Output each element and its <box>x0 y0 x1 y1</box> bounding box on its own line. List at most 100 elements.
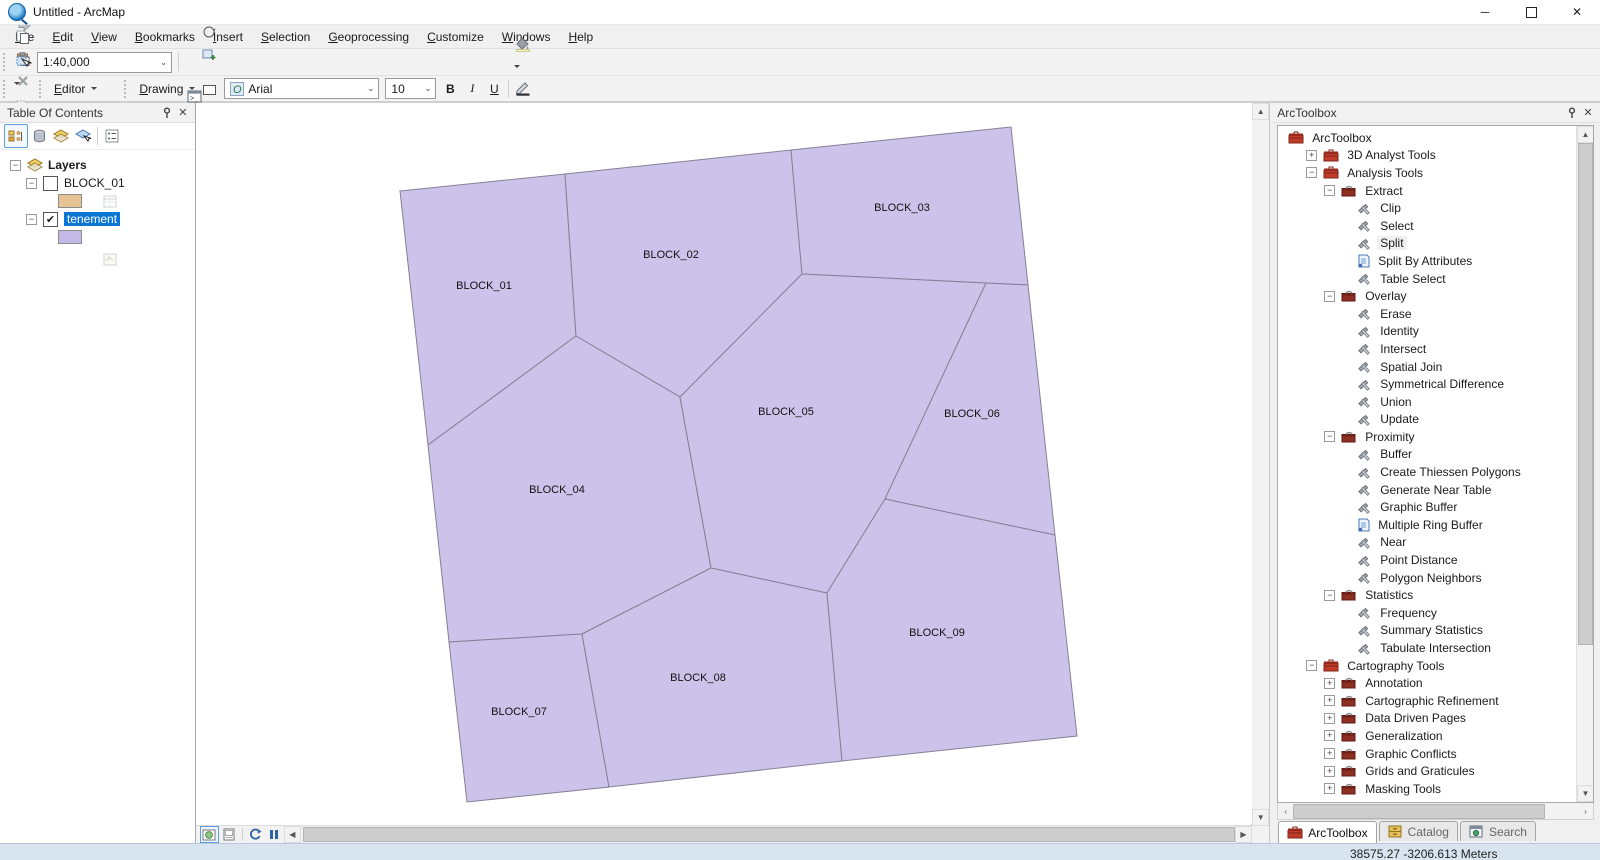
expand-icon[interactable]: + <box>1324 677 1336 689</box>
toolbar-grip[interactable] <box>124 79 131 98</box>
atb-item-cartographic-refinement[interactable]: + Cartographic Refinement <box>1278 692 1576 710</box>
font-family-combo[interactable]: O Arial ⌄ <box>224 78 380 99</box>
layer-symbol-swatch[interactable] <box>58 230 82 244</box>
scroll-down-icon[interactable]: ▼ <box>1577 785 1594 802</box>
atb-item-annotation[interactable]: + Annotation <box>1278 674 1576 692</box>
menu-help[interactable]: Help <box>559 27 602 47</box>
atb-item-graphic-buffer[interactable]: Graphic Buffer <box>1278 498 1576 516</box>
atb-item-spatial-join[interactable]: Spatial Join <box>1278 358 1576 376</box>
collapse-icon[interactable]: − <box>1324 431 1336 443</box>
atb-item-select[interactable]: Select <box>1278 217 1576 235</box>
collapse-icon[interactable]: − <box>1306 660 1318 672</box>
layer-visibility-checkbox[interactable] <box>43 175 58 191</box>
chevron-down-icon[interactable] <box>187 78 197 100</box>
scroll-left-icon[interactable]: ◀ <box>283 826 301 843</box>
toolbar-grip[interactable] <box>3 79 10 98</box>
atb-item-frequency[interactable]: Frequency <box>1278 604 1576 622</box>
expand-icon[interactable]: + <box>1324 730 1336 742</box>
atb-item-point-distance[interactable]: Point Distance <box>1278 551 1576 569</box>
select-features-button[interactable] <box>12 51 36 73</box>
atb-item-tabulate-intersection[interactable]: Tabulate Intersection <box>1278 639 1576 657</box>
atb-item-clip[interactable]: Clip <box>1278 199 1576 217</box>
toc-layer-tenement[interactable]: − ✔ tenement <box>0 210 195 228</box>
atb-item-erase[interactable]: Erase <box>1278 305 1576 323</box>
list-by-source-button[interactable] <box>28 125 50 147</box>
collapse-icon[interactable]: − <box>1324 185 1336 197</box>
italic-button[interactable]: I <box>461 78 483 100</box>
expand-icon[interactable]: + <box>1324 695 1336 707</box>
atb-item-create-thiessen-polygons[interactable]: Create Thiessen Polygons <box>1278 463 1576 481</box>
atb-item-update[interactable]: Update <box>1278 411 1576 429</box>
expand-icon[interactable]: + <box>1324 712 1336 724</box>
menu-edit[interactable]: Edit <box>43 27 82 47</box>
data-view-button[interactable] <box>199 826 219 843</box>
list-by-visibility-button[interactable] <box>50 125 72 147</box>
fill-color-button[interactable] <box>512 34 534 56</box>
list-by-selection-button[interactable] <box>72 125 94 147</box>
atb-item-multiple-ring-buffer[interactable]: Multiple Ring Buffer <box>1278 516 1576 534</box>
map-horizontal-scrollbar[interactable]: ◀ ▶ <box>195 825 1252 843</box>
atb-item-identity[interactable]: Identity <box>1278 323 1576 341</box>
atb-item-arctoolbox[interactable]: ArcToolbox <box>1278 129 1576 147</box>
pause-button[interactable] <box>266 827 283 842</box>
map-vertical-scrollbar[interactable]: ▲ ▼ <box>1252 103 1271 843</box>
reshape-button[interactable] <box>99 67 121 89</box>
layer-symbol-swatch[interactable] <box>58 194 82 208</box>
atb-item-summary-statistics[interactable]: Summary Statistics <box>1278 622 1576 640</box>
chevron-down-icon[interactable]: ⌄ <box>156 53 171 72</box>
bold-button[interactable]: B <box>439 78 461 100</box>
atb-item-masking-tools[interactable]: + Masking Tools <box>1278 780 1576 798</box>
chevron-down-icon[interactable] <box>12 73 22 95</box>
chevron-down-icon[interactable] <box>512 56 522 78</box>
expand-icon[interactable]: + <box>1306 149 1318 161</box>
atb-item-intersect[interactable]: Intersect <box>1278 340 1576 358</box>
atb-item-overlay[interactable]: − Overlay <box>1278 287 1576 305</box>
layout-view-button[interactable] <box>221 827 238 842</box>
scrollbar-thumb[interactable] <box>302 827 1235 842</box>
scroll-left-icon[interactable]: ‹ <box>1278 804 1293 819</box>
close-button[interactable]: ✕ <box>1554 0 1600 24</box>
toc-symbol-row[interactable] <box>0 192 195 210</box>
minimize-button[interactable]: ─ <box>1462 0 1508 24</box>
font-size-combo[interactable]: 10 ⌄ <box>385 78 437 99</box>
map-polygon-block_07[interactable] <box>448 633 610 803</box>
polygon-button[interactable] <box>99 0 121 9</box>
collapse-icon[interactable]: − <box>1306 167 1318 179</box>
toc-layer-block_01[interactable]: − BLOCK_01 <box>0 174 195 192</box>
dock-tab-search[interactable]: Search <box>1459 821 1536 841</box>
expand-icon[interactable]: + <box>1324 748 1336 760</box>
dock-tab-arctoolbox[interactable]: ArcToolbox <box>1278 821 1377 843</box>
collapse-icon[interactable]: − <box>10 159 21 171</box>
toc-root-layers[interactable]: − Layers <box>0 156 195 174</box>
drawing-menu-button[interactable]: Drawing <box>133 80 187 98</box>
arctoolbox-horizontal-scrollbar[interactable]: ‹ › <box>1277 803 1594 820</box>
toolbar-grip[interactable] <box>3 53 10 71</box>
atb-item-generalization[interactable]: + Generalization <box>1278 727 1576 745</box>
atb-item-generate-near-table[interactable]: Generate Near Table <box>1278 481 1576 499</box>
atb-item-buffer[interactable]: Buffer <box>1278 446 1576 464</box>
toc-symbol-row[interactable] <box>0 228 195 246</box>
refresh-button[interactable] <box>247 827 264 842</box>
layer-name-label[interactable]: tenement <box>64 212 121 226</box>
atb-item-split-by-attributes[interactable]: Split By Attributes <box>1278 252 1576 270</box>
editor-menu-button[interactable]: Editor <box>48 80 89 98</box>
atb-item-3d-analyst-tools[interactable]: +3D Analyst Tools <box>1278 147 1576 165</box>
layer-name-label[interactable]: BLOCK_01 <box>64 176 125 190</box>
expand-icon[interactable]: + <box>1324 765 1336 777</box>
pin-icon[interactable] <box>159 105 175 121</box>
atb-item-table-select[interactable]: Table Select <box>1278 270 1576 288</box>
rect-shape-button[interactable] <box>197 79 221 101</box>
list-by-drawing-order-button[interactable] <box>4 124 28 148</box>
arctoolbox-vertical-scrollbar[interactable]: ▲ ▼ <box>1576 126 1594 802</box>
atb-item-analysis-tools[interactable]: − Analysis Tools <box>1278 164 1576 182</box>
atb-item-near[interactable]: Near <box>1278 534 1576 552</box>
menu-selection[interactable]: Selection <box>252 27 319 47</box>
scroll-up-icon[interactable]: ▲ <box>1252 103 1270 120</box>
atb-item-statistics[interactable]: − Statistics <box>1278 586 1576 604</box>
scroll-up-icon[interactable]: ▲ <box>1577 126 1594 143</box>
map-view[interactable]: BLOCK_01 BLOCK_02 BLOCK_03 BLOCK_04 BLOCK_05… <box>195 103 1253 843</box>
close-icon[interactable]: ✕ <box>175 105 191 121</box>
chevron-down-icon[interactable]: ⌄ <box>420 79 435 98</box>
atb-item-data-driven-pages[interactable]: + Data Driven Pages <box>1278 710 1576 728</box>
add-graphic-button[interactable] <box>197 43 221 65</box>
